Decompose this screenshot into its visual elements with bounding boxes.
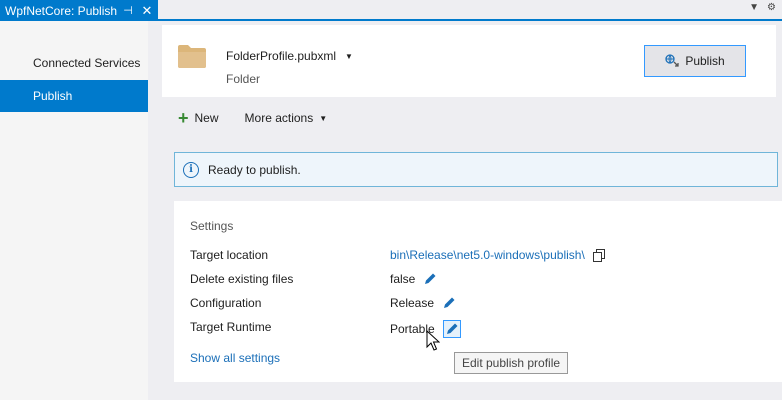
pin-icon[interactable]: ⊣	[120, 3, 136, 19]
new-profile-button[interactable]: + New	[178, 108, 219, 128]
setting-label: Target Runtime	[190, 320, 272, 334]
main-panel: FolderProfile.pubxml ▼ Folder Publish + …	[148, 21, 782, 400]
setting-value-wrapper: false	[390, 272, 437, 286]
document-tab-title: WpfNetCore: Publish	[5, 3, 118, 18]
more-actions-button[interactable]: More actions ▼	[245, 111, 328, 125]
profile-type: Folder	[226, 72, 261, 86]
sidebar-item-label: Connected Services	[33, 56, 141, 70]
sidebar: Connected Services Publish	[0, 21, 148, 400]
profile-name: FolderProfile.pubxml	[226, 49, 337, 63]
publish-button[interactable]: Publish	[644, 45, 746, 77]
copy-icon[interactable]	[592, 248, 606, 262]
setting-value-wrapper: Release	[390, 296, 456, 310]
document-tab-strip: WpfNetCore: Publish ⊣ ✕ ▼ ⚙	[0, 0, 782, 21]
setting-value-wrapper: bin\Release\net5.0-windows\publish\	[390, 248, 606, 262]
info-icon: i	[183, 161, 199, 178]
plus-icon: +	[178, 108, 189, 128]
setting-label: Configuration	[190, 296, 262, 310]
status-info-bar: i Ready to publish.	[174, 152, 778, 187]
mouse-cursor-icon	[426, 330, 440, 351]
pencil-icon[interactable]	[442, 320, 461, 338]
setting-label: Target location	[190, 248, 269, 262]
chevron-down-icon: ▼	[345, 51, 353, 61]
setting-value: false	[390, 272, 416, 286]
folder-icon	[178, 45, 206, 68]
tab-strip-controls: ▼ ⚙	[749, 2, 782, 13]
more-actions-label: More actions	[244, 111, 314, 125]
new-label: New	[194, 111, 219, 125]
profile-selector[interactable]: FolderProfile.pubxml ▼	[226, 49, 353, 63]
action-toolbar: + New More actions ▼	[178, 108, 328, 128]
gear-icon[interactable]: ⚙	[767, 2, 776, 13]
tab-dropdown-icon[interactable]: ▼	[749, 2, 759, 13]
pencil-icon[interactable]	[423, 272, 437, 286]
sidebar-item-label: Publish	[33, 89, 73, 103]
publish-button-label: Publish	[685, 54, 725, 68]
target-location-link[interactable]: bin\Release\net5.0-windows\publish\	[390, 248, 585, 262]
settings-title: Settings	[190, 219, 234, 233]
sidebar-item-connected-services[interactable]: Connected Services	[0, 47, 148, 79]
publish-icon	[665, 54, 679, 67]
tooltip: Edit publish profile	[454, 352, 569, 374]
setting-label: Delete existing files	[190, 272, 294, 286]
profile-card: FolderProfile.pubxml ▼ Folder Publish	[162, 25, 776, 97]
setting-value: Release	[390, 296, 435, 310]
close-icon[interactable]: ✕	[139, 3, 155, 19]
chevron-down-icon: ▼	[319, 113, 328, 123]
document-tab[interactable]: WpfNetCore: Publish ⊣ ✕	[0, 0, 158, 21]
sidebar-item-publish[interactable]: Publish	[0, 80, 148, 112]
status-message: Ready to publish.	[208, 162, 301, 177]
pencil-icon[interactable]	[442, 296, 456, 310]
show-all-settings-link[interactable]: Show all settings	[190, 351, 280, 365]
